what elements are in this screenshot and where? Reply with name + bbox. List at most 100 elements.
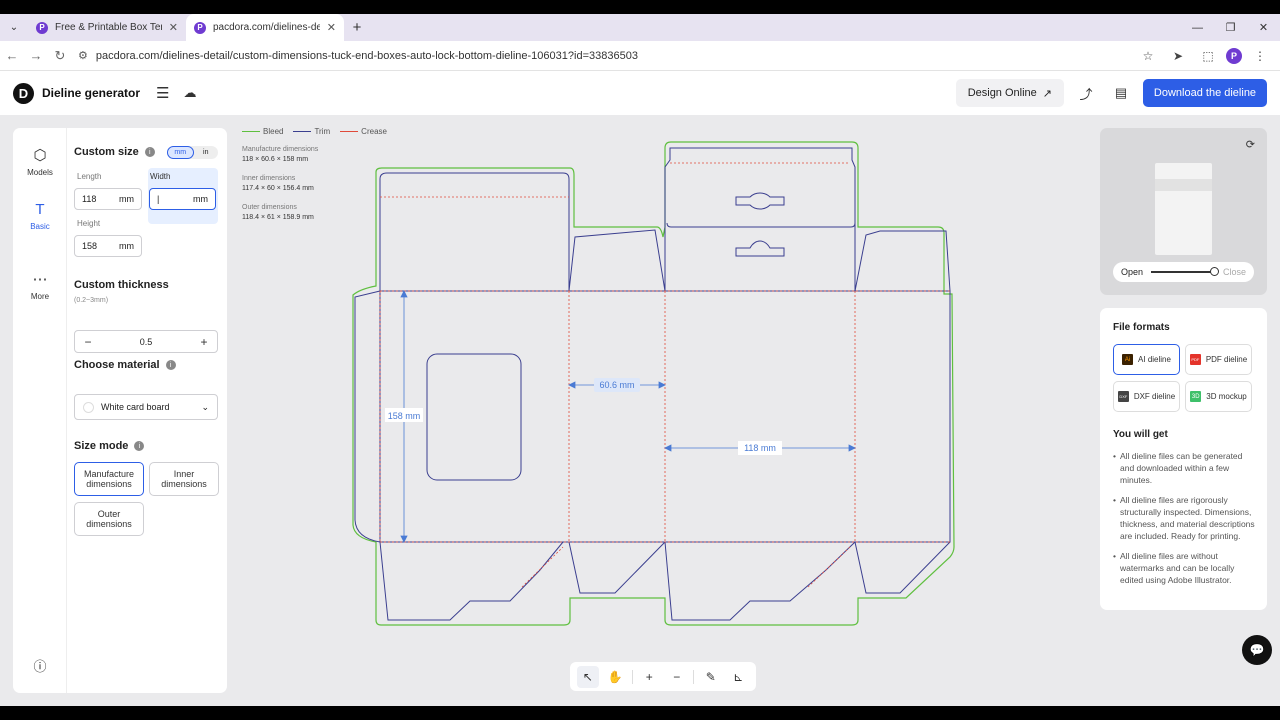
mode-outer-button[interactable]: Outer dimensions xyxy=(74,502,144,536)
reload-icon[interactable]: ↻ xyxy=(48,48,72,64)
open-label: Open xyxy=(1121,267,1144,277)
height-value: 158 xyxy=(82,241,98,251)
format-ai-button[interactable]: Ai AI dieline xyxy=(1113,344,1180,375)
send-icon[interactable]: ➤ xyxy=(1166,49,1190,63)
tab-close-icon[interactable]: ✕ xyxy=(169,21,178,34)
hand-pan-icon[interactable]: ✋ xyxy=(604,666,626,688)
size-mode-title: Size mode i xyxy=(74,440,145,452)
rotate-360-icon[interactable]: ⟳ xyxy=(1246,138,1255,151)
height-label: Height xyxy=(77,219,101,228)
alert-info-icon[interactable]: ⓘ xyxy=(13,656,67,675)
format-3d-button[interactable]: 3D 3D mockup xyxy=(1185,381,1252,412)
crease-diag-1 xyxy=(521,546,564,588)
slider-knob[interactable] xyxy=(1209,267,1219,276)
info-icon[interactable]: i xyxy=(144,147,155,157)
extensions-icon[interactable]: ⬚ xyxy=(1196,49,1220,63)
unit-in-option[interactable]: in xyxy=(194,146,219,159)
dust-flap-2 xyxy=(854,230,951,292)
archive-icon[interactable]: ▤ xyxy=(1108,85,1134,101)
glue-flap xyxy=(354,290,381,543)
unit-toggle: mm in xyxy=(167,146,218,159)
info-icon[interactable]: i xyxy=(134,441,145,451)
info-icon[interactable]: i xyxy=(165,360,176,370)
t-shape-icon: T xyxy=(35,201,45,218)
height-dim-text: 158 mm xyxy=(388,411,421,421)
back-icon[interactable]: ← xyxy=(0,48,24,63)
profile-avatar[interactable]: P xyxy=(1226,47,1242,64)
browser-tab[interactable]: P Free & Printable Box Templat ✕ xyxy=(28,14,186,41)
bookmark-star-icon[interactable]: ☆ xyxy=(1136,49,1160,63)
design-online-button[interactable]: Design Online ↗ xyxy=(955,79,1064,107)
download-dieline-button[interactable]: Download the dieline xyxy=(1143,79,1267,107)
forward-icon[interactable]: → xyxy=(24,48,48,63)
decrease-button[interactable]: − xyxy=(82,335,94,349)
dieline-drawing: 158 mm 60.6 mm 118 mm xyxy=(352,141,955,626)
dieline-canvas[interactable]: Bleed Trim Crease Manufacture dimensions… xyxy=(230,115,1098,706)
ai-file-icon: Ai xyxy=(1122,354,1134,365)
hang-hole-1 xyxy=(735,192,785,210)
url-field[interactable]: ⚙ pacdora.com/dielines-detail/custom-dim… xyxy=(78,49,1136,63)
format-dxf-button[interactable]: DXF DXF dieline xyxy=(1113,381,1180,412)
thickness-value[interactable]: 0.5 xyxy=(140,337,153,347)
thickness-title: Custom thickness xyxy=(74,279,169,291)
width-value: | xyxy=(157,194,160,204)
select-pointer-icon[interactable]: ↖ xyxy=(576,665,599,688)
height-arrow-top xyxy=(400,290,408,298)
depth-arrow-right xyxy=(658,381,666,389)
height-field[interactable]: 158 mm xyxy=(74,235,142,257)
3d-preview[interactable]: ⟳ Open Close xyxy=(1100,128,1267,295)
rail-item-basic[interactable]: T Basic xyxy=(13,201,67,231)
material-value: White card board xyxy=(101,402,170,412)
site-info-icon[interactable]: ⚙ xyxy=(78,49,88,62)
format-label: AI dieline xyxy=(1138,355,1171,364)
pdf-file-icon: PDF xyxy=(1189,354,1201,365)
width-arrow-left xyxy=(664,444,672,452)
cloud-save-icon[interactable]: ☁ xyxy=(183,85,196,101)
material-select[interactable]: White card board ⌄ xyxy=(74,394,218,420)
pacdora-logo-icon[interactable]: D xyxy=(13,82,34,104)
pacdora-favicon-icon: P xyxy=(36,21,48,34)
width-label: Width xyxy=(150,172,171,181)
increase-button[interactable]: + xyxy=(198,335,210,349)
share-icon[interactable]: ⤴ xyxy=(1073,84,1099,103)
close-window-icon[interactable]: ✕ xyxy=(1247,14,1280,41)
tab-close-icon[interactable]: ✕ xyxy=(327,21,336,34)
rail-item-models[interactable]: ⬡ Models xyxy=(13,147,67,177)
menu-icon[interactable]: ☰ xyxy=(156,84,169,102)
mode-manufacture-button[interactable]: Manufacture dimensions xyxy=(74,462,144,496)
app-header: D Dieline generator ☰ ☁ Design Online ↗ … xyxy=(0,71,1280,115)
edit-pen-icon[interactable]: ✎ xyxy=(700,666,722,688)
browser-menu-icon[interactable]: ⋮ xyxy=(1248,49,1272,63)
zoom-in-icon[interactable]: + xyxy=(638,666,660,688)
browser-tab-active[interactable]: P pacdora.com/dielines-detail/ ✕ xyxy=(186,14,344,41)
window-bottom-edge xyxy=(0,706,1280,720)
dust-flap-1 xyxy=(568,229,666,292)
width-field[interactable]: | mm xyxy=(149,188,216,210)
benefits-list: All dieline files can be generated and d… xyxy=(1113,450,1258,594)
measure-ruler-icon[interactable]: ⊾ xyxy=(727,666,749,688)
slider-track[interactable] xyxy=(1151,267,1219,276)
browser-tab-strip: ⌄ P Free & Printable Box Templat ✕ P pac… xyxy=(0,14,1280,41)
chat-support-button[interactable]: 💬 xyxy=(1242,635,1272,665)
zoom-out-icon[interactable]: − xyxy=(666,666,688,688)
restore-icon[interactable]: ❐ xyxy=(1214,14,1247,41)
height-arrow-bottom xyxy=(400,535,408,543)
width-arrow-right xyxy=(848,444,856,452)
list-item: All dieline files are without watermarks… xyxy=(1113,550,1258,586)
design-online-label: Design Online xyxy=(967,87,1037,99)
mode-inner-button[interactable]: Inner dimensions xyxy=(149,462,219,496)
rail-item-more[interactable]: ⋯ More xyxy=(13,271,67,301)
format-pdf-button[interactable]: PDF PDF dieline xyxy=(1185,344,1252,375)
rail-label: Basic xyxy=(30,222,50,231)
tab-search-button[interactable]: ⌄ xyxy=(0,14,28,41)
minimize-icon[interactable]: — xyxy=(1181,14,1214,41)
width-unit: mm xyxy=(193,194,208,204)
unit-mm-option[interactable]: mm xyxy=(167,146,194,159)
top-flap-left xyxy=(379,172,570,291)
toolbar-divider xyxy=(693,669,695,684)
cube-icon: ⬡ xyxy=(33,147,47,164)
length-field[interactable]: 118 mm xyxy=(74,188,142,210)
tab-title: pacdora.com/dielines-detail/ xyxy=(213,22,320,33)
new-tab-button[interactable]: + xyxy=(344,14,370,41)
format-label: DXF dieline xyxy=(1133,392,1176,401)
